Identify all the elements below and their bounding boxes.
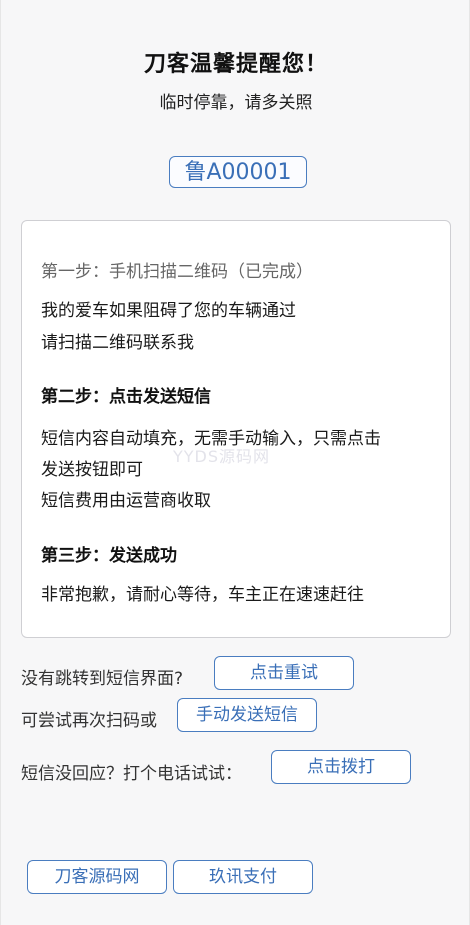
license-plate-badge: 鲁A00001	[169, 156, 307, 188]
step3-line1: 非常抱歉，请耐心等待，车主正在速速赶往	[41, 585, 364, 605]
no-redirect-text: 没有跳转到短信界面?	[21, 669, 184, 689]
step1-title: 第一步：手机扫描二维码（已完成）	[41, 262, 313, 282]
page: 刀客温馨提醒您！ 临时停靠，请多关照 鲁A00001 第一步：手机扫描二维码（已…	[0, 0, 470, 925]
step2-title: 第二步：点击发送短信	[41, 387, 211, 407]
page-title: 刀客温馨提醒您！	[143, 52, 328, 77]
page-subtitle: 临时停靠，请多关照	[159, 93, 313, 113]
instructions-card: 第一步：手机扫描二维码（已完成） 我的爱车如果阻碍了您的车辆通过 请扫描二维码联…	[21, 220, 451, 638]
step3-title: 第三步：发送成功	[41, 546, 177, 566]
pay-link-button[interactable]: 玖讯支付	[173, 860, 313, 894]
step2-line3: 短信费用由运营商收取	[41, 491, 211, 511]
site-link-button[interactable]: 刀客源码网	[27, 860, 167, 894]
call-button[interactable]: 点击拨打	[271, 750, 411, 784]
retry-button[interactable]: 点击重试	[214, 656, 354, 690]
manual-sms-button[interactable]: 手动发送短信	[177, 698, 317, 732]
no-reply-text: 短信没回应？打个电话试试：	[21, 764, 242, 784]
step2-line2: 发送按钮即可	[41, 460, 143, 480]
watermark: YYDS源码网	[173, 447, 271, 466]
rescan-text: 可尝试再次扫码或	[21, 711, 157, 731]
step1-line1: 我的爱车如果阻碍了您的车辆通过	[41, 301, 296, 321]
step1-line2: 请扫描二维码联系我	[41, 333, 194, 353]
